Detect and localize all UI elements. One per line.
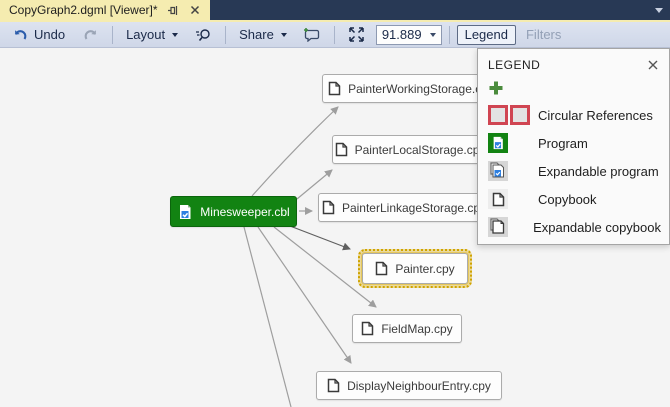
toolbar-separator [225,26,226,44]
legend-item-label: Program [538,136,588,151]
undo-icon [11,26,29,44]
circular-references-icon [488,105,538,125]
node-label: FieldMap.cpy [381,322,452,336]
share-label: Share [239,27,274,42]
copybook-icon [327,378,340,393]
undo-button[interactable]: Undo [5,23,71,47]
graph-node-minesweeper[interactable]: Minesweeper.cbl [170,196,297,227]
program-icon [488,133,538,153]
document-tab-title: CopyGraph2.dgml [Viewer]* [9,3,158,17]
chevron-down-icon [172,33,178,37]
expandable-copybook-icon [488,217,533,237]
legend-panel: LEGEND Circular References Program Expanda… [477,48,670,245]
chevron-down-icon [430,33,436,37]
neighborhood-browse-button[interactable] [188,23,218,47]
undo-label: Undo [34,27,65,42]
zoom-level-value: 91.889 [382,27,422,42]
graph-node-painter-local-storage[interactable]: PainterLocalStorage.cpy [332,135,488,164]
copybook-icon [488,189,538,209]
graph-node-painter-linkage-storage[interactable]: PainterLinkageStorage.cpy [318,193,490,222]
zoom-to-fit-icon [348,26,366,44]
edge-minesweeper-to-offscreen [244,227,291,407]
document-tab[interactable]: CopyGraph2.dgml [Viewer]* [0,0,210,20]
legend-item-program[interactable]: Program [488,129,661,157]
legend-item-circular-references[interactable]: Circular References [488,101,661,129]
node-label: Painter.cpy [395,262,454,276]
node-label: Minesweeper.cbl [200,205,289,219]
legend-item-label: Expandable program [538,164,659,179]
plus-icon [488,80,504,96]
node-label: PainterLinkageStorage.cpy [342,201,486,215]
legend-item-label: Expandable copybook [533,220,661,235]
copybook-icon [361,321,374,336]
copybook-icon [375,261,388,276]
legend-toggle-button[interactable]: Legend [457,25,516,45]
edge-minesweeper-to-painter [290,226,350,249]
node-label: PainterWorkingStorage.cpy [348,82,494,96]
legend-item-label: Copybook [538,192,597,207]
chevron-down-icon [281,33,287,37]
legend-item-expandable-program[interactable]: Expandable program [488,157,661,185]
zoom-to-fit-button[interactable] [342,23,372,47]
copybook-icon [322,200,335,215]
graph-canvas[interactable]: Minesweeper.cbl PainterWorkingStorage.cpy… [0,48,670,407]
legend-button-label: Legend [465,27,508,42]
toolbar-separator [112,26,113,44]
legend-title: LEGEND [488,58,540,72]
toolbar-separator [334,26,335,44]
document-tab-strip: CopyGraph2.dgml [Viewer]* [0,0,670,22]
copybook-icon [335,142,348,157]
legend-item-copybook[interactable]: Copybook [488,185,661,213]
comment-bubble-icon [303,26,321,44]
zoom-level-combobox[interactable]: 91.889 [376,25,442,45]
layout-label: Layout [126,27,165,42]
edge-minesweeper-to-display-neighbour-entry [258,227,351,363]
add-comment-button[interactable] [297,23,327,47]
redo-button[interactable] [75,23,105,47]
pin-icon[interactable] [166,3,180,17]
toolbar-separator [449,26,450,44]
legend-close-icon[interactable] [645,57,661,73]
graph-node-display-neighbour-entry[interactable]: DisplayNeighbourEntry.cpy [316,371,502,400]
share-dropdown[interactable]: Share [233,24,293,45]
graph-node-fieldmap[interactable]: FieldMap.cpy [352,314,462,343]
redo-icon [81,26,99,44]
graph-node-painter[interactable]: Painter.cpy [362,253,468,284]
legend-add-button[interactable] [488,75,661,101]
edge-minesweeper-to-painter-working-storage [252,107,338,196]
node-label: DisplayNeighbourEntry.cpy [347,379,491,393]
legend-item-expandable-copybook[interactable]: Expandable copybook [488,213,661,241]
graph-toolbar: Undo Layout Share 91.889 Legend [0,22,670,48]
tab-list-dropdown-icon[interactable] [655,8,663,13]
copybook-icon [328,81,341,96]
node-label: PainterLocalStorage.cpy [355,143,486,157]
layout-dropdown[interactable]: Layout [120,24,184,45]
program-icon [177,204,193,220]
close-icon[interactable] [188,3,202,17]
filters-button-label: Filters [526,27,561,42]
graph-node-painter-working-storage[interactable]: PainterWorkingStorage.cpy [322,74,500,103]
filters-button[interactable]: Filters [520,24,567,45]
expandable-program-icon [488,161,538,181]
legend-item-label: Circular References [538,108,653,123]
neighborhood-magnifier-icon [194,26,212,44]
